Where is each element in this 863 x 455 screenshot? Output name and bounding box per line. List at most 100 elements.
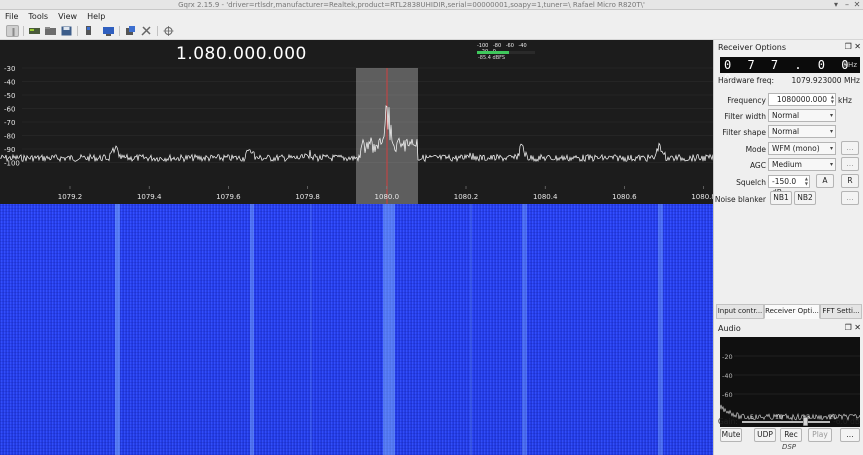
squelch-label: Squelch bbox=[736, 178, 766, 187]
frequency-lcd[interactable]: 0 7 7 . 0 0 0 kHz bbox=[720, 57, 860, 86]
toolbar-separator bbox=[23, 26, 24, 36]
spin-arrows-icon[interactable]: ▲ ▼ bbox=[831, 94, 834, 104]
chevron-down-icon[interactable]: ▾ bbox=[830, 143, 833, 154]
tab-receiver-options[interactable]: Receiver Opti... bbox=[764, 304, 820, 319]
gain-label: Gain: bbox=[718, 417, 738, 426]
waterfall-display[interactable] bbox=[0, 204, 713, 455]
frequency-readout[interactable]: 1.080.000.000 bbox=[176, 44, 307, 64]
audio-y-tick: -60 bbox=[722, 391, 733, 399]
receiver-options-title: Receiver Options bbox=[718, 43, 787, 52]
tab-input-controls[interactable]: Input contr... bbox=[716, 304, 764, 319]
float-dock-icon[interactable]: ❐ bbox=[845, 42, 852, 51]
menu-tools[interactable]: Tools bbox=[23, 10, 53, 23]
close-window-button[interactable]: ✕ bbox=[852, 0, 862, 10]
toolbar bbox=[0, 23, 863, 40]
sdr-device-icon[interactable] bbox=[28, 25, 41, 37]
signal-meter-fill bbox=[477, 51, 509, 54]
network-tools-icon[interactable] bbox=[140, 25, 153, 37]
menu-help[interactable]: Help bbox=[82, 10, 110, 23]
close-dock-icon[interactable]: ✕ bbox=[854, 323, 861, 332]
filter-shape-label: Filter shape bbox=[722, 128, 766, 137]
filter-width-label: Filter width bbox=[724, 112, 766, 121]
waterfall-carrier-line bbox=[383, 204, 395, 455]
title-bar: Gqrx 2.15.9 - 'driver=rtlsdr,manufacture… bbox=[0, 0, 863, 10]
minimize-button[interactable]: – bbox=[842, 0, 852, 10]
record-button[interactable]: Rec bbox=[780, 428, 802, 442]
signal-meter-value: -85.4 dBFS bbox=[478, 55, 506, 61]
agc-options-button[interactable]: ... bbox=[841, 157, 859, 171]
noise-blanker-options-button[interactable]: ... bbox=[841, 191, 859, 205]
filter-shape-value[interactable]: Normal bbox=[772, 127, 799, 136]
audio-record-icon[interactable] bbox=[82, 25, 95, 37]
y-tick-label: -80 bbox=[4, 133, 15, 141]
open-file-icon[interactable] bbox=[44, 25, 57, 37]
x-tick-label: 1080.4 bbox=[533, 193, 558, 201]
mode-options-button[interactable]: ... bbox=[841, 141, 859, 155]
udp-button[interactable]: UDP bbox=[754, 428, 776, 442]
tab-fft-settings[interactable]: FFT Setti... bbox=[820, 304, 862, 319]
squelch-reset-button[interactable]: R bbox=[841, 174, 859, 188]
chevron-down-icon[interactable]: ▾ bbox=[830, 126, 833, 137]
nb1-button[interactable]: NB1 bbox=[770, 191, 792, 205]
y-tick-label: -70 bbox=[4, 119, 15, 127]
audio-options-button[interactable]: ... bbox=[840, 428, 860, 442]
audio-y-tick: -40 bbox=[722, 372, 733, 380]
gain-slider-track[interactable] bbox=[742, 421, 830, 423]
power-icon[interactable] bbox=[6, 25, 19, 37]
nb2-button[interactable]: NB2 bbox=[794, 191, 816, 205]
signal-meter-bar bbox=[477, 51, 535, 54]
close-dock-icon[interactable]: ✕ bbox=[854, 42, 861, 51]
menu-file[interactable]: File bbox=[0, 10, 23, 23]
x-tick-label: 1080.2 bbox=[454, 193, 479, 201]
audio-dock-controls: ❐ ✕ bbox=[845, 323, 861, 332]
waterfall-carrier-line bbox=[522, 204, 527, 455]
mute-button[interactable]: Mute bbox=[720, 428, 742, 442]
save-icon[interactable] bbox=[60, 25, 73, 37]
frequency-input[interactable]: 1080000.000 ▲ ▼ bbox=[768, 93, 836, 106]
chevron-down-icon[interactable]: ▾ bbox=[830, 159, 833, 170]
play-button[interactable]: Play bbox=[808, 428, 832, 442]
mode-select[interactable]: WFM (mono) ▾ bbox=[768, 142, 836, 155]
remote-control-icon[interactable] bbox=[162, 25, 175, 37]
gain-value: -6.0 dB bbox=[833, 417, 860, 426]
mode-value[interactable]: WFM (mono) bbox=[772, 144, 820, 153]
agc-label: AGC bbox=[749, 161, 766, 170]
toolbar-separator bbox=[77, 26, 78, 36]
screenshot-icon[interactable] bbox=[124, 25, 137, 37]
spectrum-canvas[interactable]: -30 -40 -50 -60 -70 -80 -90 -100 1079.2 1079.4 107… bbox=[0, 40, 713, 204]
agc-value[interactable]: Medium bbox=[772, 160, 802, 169]
x-tick-label: 1080.8 bbox=[691, 193, 713, 201]
waterfall-carrier-line bbox=[310, 204, 312, 455]
x-tick-label: 1080.6 bbox=[612, 193, 637, 201]
waterfall-noise bbox=[0, 204, 713, 455]
dock-controls: ❐ ✕ bbox=[845, 42, 861, 51]
y-tick-label: -60 bbox=[4, 106, 15, 114]
gain-slider-handle[interactable] bbox=[802, 417, 808, 426]
x-tick-label: 1079.4 bbox=[137, 193, 162, 201]
float-dock-icon[interactable]: ❐ bbox=[845, 323, 852, 332]
squelch-input[interactable]: -150.0 dB ▲▼ bbox=[768, 175, 810, 197]
frequency-input-value[interactable]: 1080000.000 bbox=[777, 95, 827, 104]
spectrum-plot[interactable]: -30 -40 -50 -60 -70 -80 -90 -100 1079.2 1079.4 107… bbox=[0, 40, 713, 204]
noise-blanker-label: Noise blanker bbox=[714, 195, 766, 204]
squelch-auto-button[interactable]: A bbox=[816, 174, 834, 188]
right-dock: Receiver Options ❐ ✕ 0 7 7 . 0 0 0 kHz H… bbox=[713, 40, 863, 455]
window-menu-button[interactable]: ▾ bbox=[831, 0, 841, 10]
agc-select[interactable]: Medium ▾ bbox=[768, 158, 836, 171]
spin-arrows-icon[interactable]: ▲ ▼ bbox=[805, 176, 808, 186]
toolbar-separator bbox=[119, 26, 120, 36]
monitor-icon[interactable] bbox=[102, 25, 115, 37]
dock-tabs: Input contr... Receiver Opti... FFT Sett… bbox=[716, 304, 862, 319]
menu-view[interactable]: View bbox=[53, 10, 82, 23]
x-tick-label: 1079.8 bbox=[295, 193, 320, 201]
y-tick-label: -30 bbox=[4, 65, 15, 73]
chevron-down-icon[interactable]: ▾ bbox=[830, 110, 833, 121]
waterfall-carrier-line bbox=[250, 204, 254, 455]
y-tick-label: -50 bbox=[4, 92, 15, 100]
filter-width-select[interactable]: Normal ▾ bbox=[768, 109, 836, 122]
audio-y-tick: -20 bbox=[722, 353, 733, 361]
filter-shape-select[interactable]: Normal ▾ bbox=[768, 125, 836, 138]
dsp-label: DSP bbox=[781, 443, 797, 451]
y-tick-label: -90 bbox=[4, 146, 15, 154]
filter-width-value[interactable]: Normal bbox=[772, 111, 799, 120]
